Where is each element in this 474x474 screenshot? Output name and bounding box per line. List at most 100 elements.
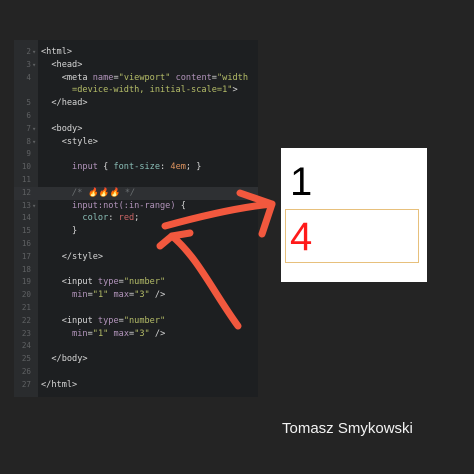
code-line: 24 — [14, 340, 258, 353]
code-token: input:not(:in-range) — [72, 200, 176, 211]
line-number: 21 — [21, 303, 31, 312]
line-number: 9 — [26, 149, 31, 159]
code-line: 15 } — [14, 225, 258, 238]
line-number: 17 — [21, 251, 31, 261]
code-token: <input — [41, 315, 98, 326]
code-text: min="1" max="3" /> — [41, 328, 165, 341]
code-line: 13 ▾ input:not(:in-range) { — [14, 200, 258, 213]
line-number: 13 — [21, 200, 31, 210]
code-token: { — [175, 200, 186, 211]
code-token: /> — [149, 290, 166, 301]
code-token: </head> — [41, 98, 88, 109]
code-token: </body> — [41, 354, 88, 365]
line-number: 14 — [21, 213, 31, 223]
code-line: 20 min="1" max="3" /> — [14, 289, 258, 302]
code-text: </body> — [41, 353, 88, 366]
line-number: 19 — [21, 277, 31, 287]
code-token: font-size — [113, 162, 161, 173]
code-token: ; — [134, 213, 140, 224]
code-line: 16 — [14, 238, 258, 251]
line-number: 4 — [26, 72, 31, 82]
code-text: min="1" max="3" /> — [41, 289, 165, 302]
line-number: 25 — [21, 354, 31, 364]
code-token: type — [97, 315, 119, 326]
code-token: <input — [41, 277, 98, 288]
code-line: 21 — [14, 302, 258, 315]
code-line: 25 </body> — [14, 353, 258, 366]
code-line: 26 — [14, 366, 258, 379]
line-number: 5 — [26, 98, 31, 108]
code-text: <input type="number" — [41, 276, 166, 289]
code-line: 17 </style> — [14, 251, 258, 264]
code-text: color: red; — [41, 212, 139, 225]
line-number: 22 — [21, 315, 31, 325]
code-line: 14 color: red; — [14, 212, 258, 225]
code-token: : — [108, 213, 119, 224]
fold-arrow-icon[interactable]: ▾ — [32, 123, 36, 136]
code-token: =device-width, initial-scale=1" — [41, 85, 233, 96]
fold-arrow-icon[interactable]: ▾ — [32, 59, 36, 72]
fold-arrow-icon[interactable]: ▾ — [32, 136, 36, 149]
code-token: "number" — [123, 315, 166, 326]
code-token: "viewport" — [118, 72, 171, 83]
code-text: =device-width, initial-scale=1"> — [41, 84, 238, 97]
code-line: 18 — [14, 264, 258, 277]
line-number: 15 — [21, 226, 31, 236]
code-line: 10 input { font-size: 4em; } — [14, 161, 258, 174]
code-line: 2 ▾ <html> — [14, 46, 258, 59]
code-line: 11 — [14, 174, 258, 187]
code-token: "number" — [123, 277, 166, 288]
line-number: 20 — [21, 290, 31, 300]
code-text: <body> — [41, 123, 82, 136]
line-number: 24 — [21, 341, 31, 351]
code-token: ; } — [185, 162, 202, 173]
code-line: =device-width, initial-scale=1"> — [14, 84, 258, 97]
code-line: 12 /* 🔥🔥🔥 */ — [14, 186, 258, 200]
code-token: max — [113, 328, 130, 339]
line-number: 26 — [21, 367, 31, 376]
code-text: <style> — [41, 136, 98, 149]
code-line: 7 ▾ <body> — [14, 123, 258, 136]
line-number: 23 — [21, 328, 31, 338]
code-token: : — [160, 162, 171, 173]
code-text: input:not(:in-range) { — [41, 200, 186, 213]
code-token: "3" — [134, 328, 150, 339]
code-line: 5 </head> — [14, 97, 258, 110]
code-token: /* 🔥🔥🔥 */ — [41, 187, 136, 198]
line-number: 3 — [26, 59, 31, 69]
code-token: "1" — [92, 328, 109, 339]
code-text: </head> — [41, 97, 88, 110]
code-token: color — [82, 213, 109, 224]
code-token: </style> — [41, 251, 104, 262]
number-input-out-of-range[interactable]: 4 — [285, 209, 419, 263]
fold-arrow-icon[interactable]: ▾ — [32, 200, 36, 213]
code-token: > — [232, 85, 238, 96]
code-line: 22 <input type="number" — [14, 315, 258, 328]
code-line: 19 <input type="number" — [14, 276, 258, 289]
code-token: "width — [216, 72, 249, 83]
code-token: "3" — [134, 290, 150, 301]
code-token: input — [72, 162, 98, 173]
code-text: } — [41, 225, 77, 238]
code-line: 23 min="1" max="3" /> — [14, 328, 258, 341]
line-number: 6 — [26, 111, 31, 120]
code-editor[interactable]: 2 ▾ <html> 3 ▾ <head> 4 <meta name="viewport"… — [14, 40, 258, 397]
fold-arrow-icon[interactable]: ▾ — [32, 46, 36, 59]
number-input-in-range[interactable]: 1 — [285, 154, 419, 208]
code-line: 4 <meta name="viewport" content="width — [14, 72, 258, 85]
line-number: 11 — [21, 175, 31, 184]
browser-preview: 1 4 — [281, 148, 427, 282]
code-token: min — [72, 328, 88, 339]
code-token: /> — [149, 328, 166, 339]
code-text: <input type="number" — [41, 315, 166, 328]
code-text: <html> — [41, 46, 72, 59]
line-number: 7 — [26, 123, 31, 133]
code-token: { — [97, 162, 114, 173]
line-number: 18 — [21, 264, 31, 274]
code-line: 3 ▾ <head> — [14, 59, 258, 72]
code-line: 8 ▾ <style> — [14, 136, 258, 149]
line-number: 2 — [26, 47, 31, 56]
